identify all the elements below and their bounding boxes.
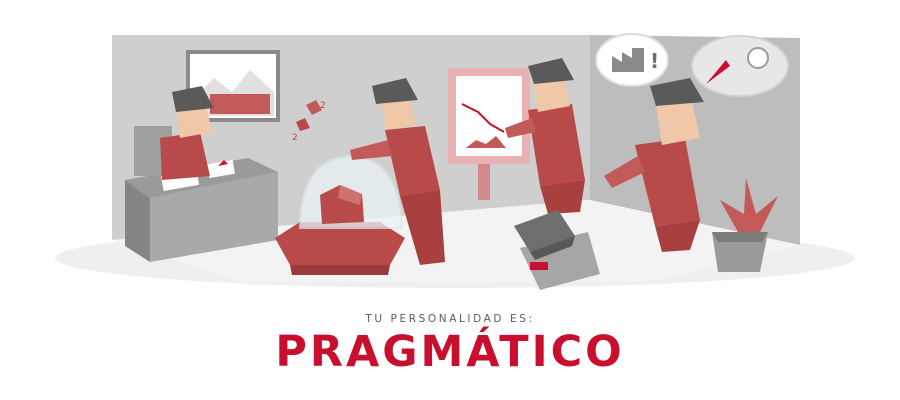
thought-bubble-text: ! bbox=[650, 49, 659, 73]
svg-text:2: 2 bbox=[320, 101, 326, 111]
svg-text:2: 2 bbox=[292, 133, 298, 143]
result-title: PRAGMÁTICO bbox=[275, 327, 625, 377]
illustration: 2 2 ! bbox=[55, 33, 855, 290]
thought-bubble-rocket bbox=[691, 35, 789, 97]
result-subtitle: TU PERSONALIDAD ES: bbox=[365, 313, 535, 325]
thought-bubble-factory: ! bbox=[595, 33, 669, 87]
